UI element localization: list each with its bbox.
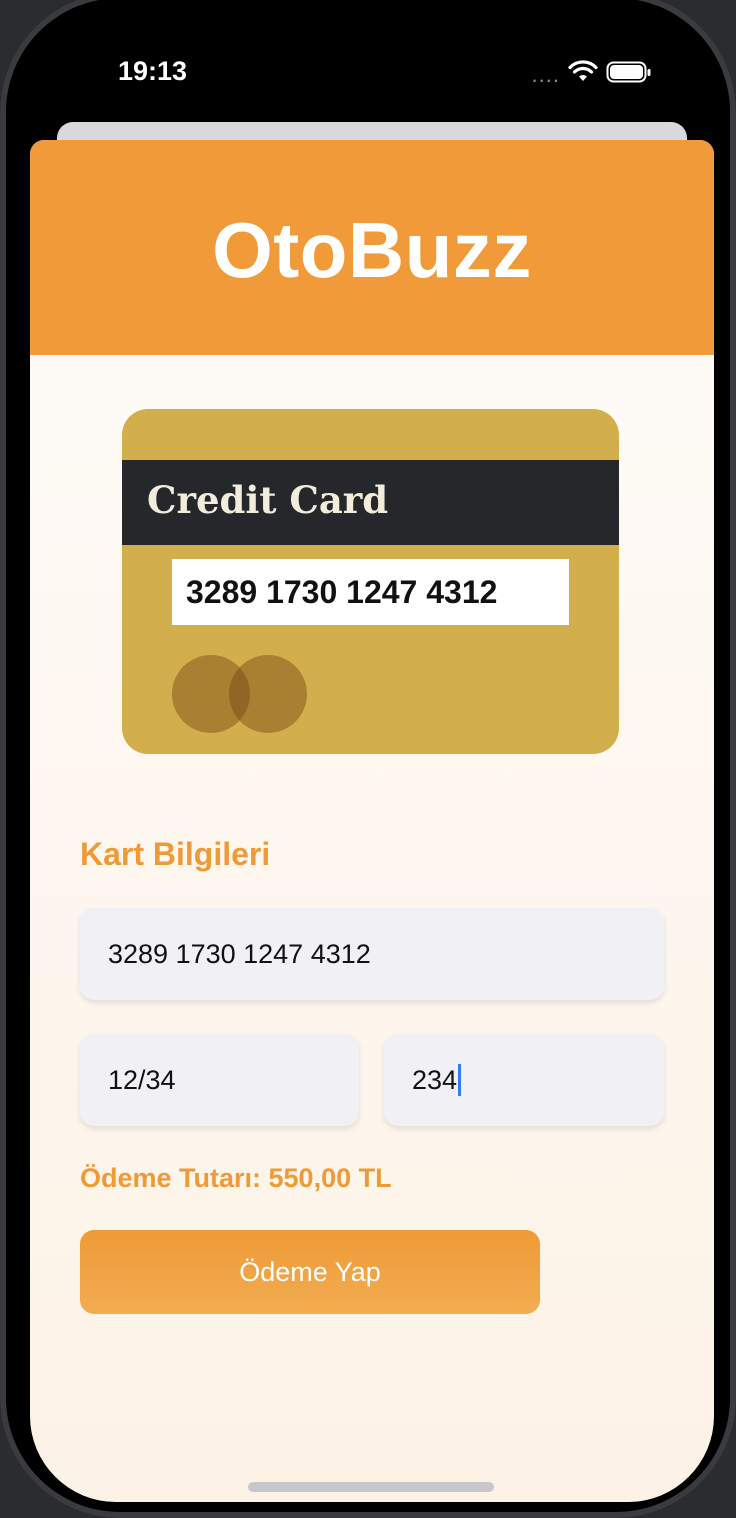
credit-card-illustration: Credit Card 3289 1730 1247 4312	[122, 409, 619, 754]
card-logo-circle-right	[229, 655, 307, 733]
card-label: Credit Card	[147, 478, 389, 522]
cvv-value: 234	[412, 1064, 458, 1095]
card-number-display: 3289 1730 1247 4312	[172, 559, 569, 625]
battery-icon	[606, 61, 651, 83]
payment-screen: OtoBuzz Credit Card 3289 1730 1247 4312 …	[30, 140, 714, 1502]
app-title: OtoBuzz	[212, 206, 532, 294]
app-header: OtoBuzz	[30, 140, 714, 355]
section-title: Kart Bilgileri	[80, 836, 271, 872]
status-time: 19:13	[118, 56, 188, 86]
card-number-field[interactable]: 3289 1730 1247 4312	[80, 908, 664, 1000]
signal-indicator: ....	[531, 62, 560, 87]
home-indicator[interactable]	[248, 1482, 494, 1492]
card-stripe: Credit Card	[122, 460, 619, 545]
card-number-value: 3289 1730 1247 4312	[108, 938, 371, 969]
wifi-icon	[568, 60, 598, 81]
card-number-text: 3289 1730 1247 4312	[186, 573, 498, 610]
text-cursor	[458, 1064, 462, 1096]
payment-amount: Ödeme Tutarı: 550,00 TL	[80, 1163, 392, 1193]
cvv-field[interactable]: 234	[384, 1034, 664, 1126]
status-icons: ....	[532, 58, 652, 86]
expiry-value: 12/34	[108, 1064, 176, 1095]
expiry-field[interactable]: 12/34	[80, 1034, 359, 1126]
pay-button[interactable]: Ödeme Yap	[80, 1230, 540, 1314]
